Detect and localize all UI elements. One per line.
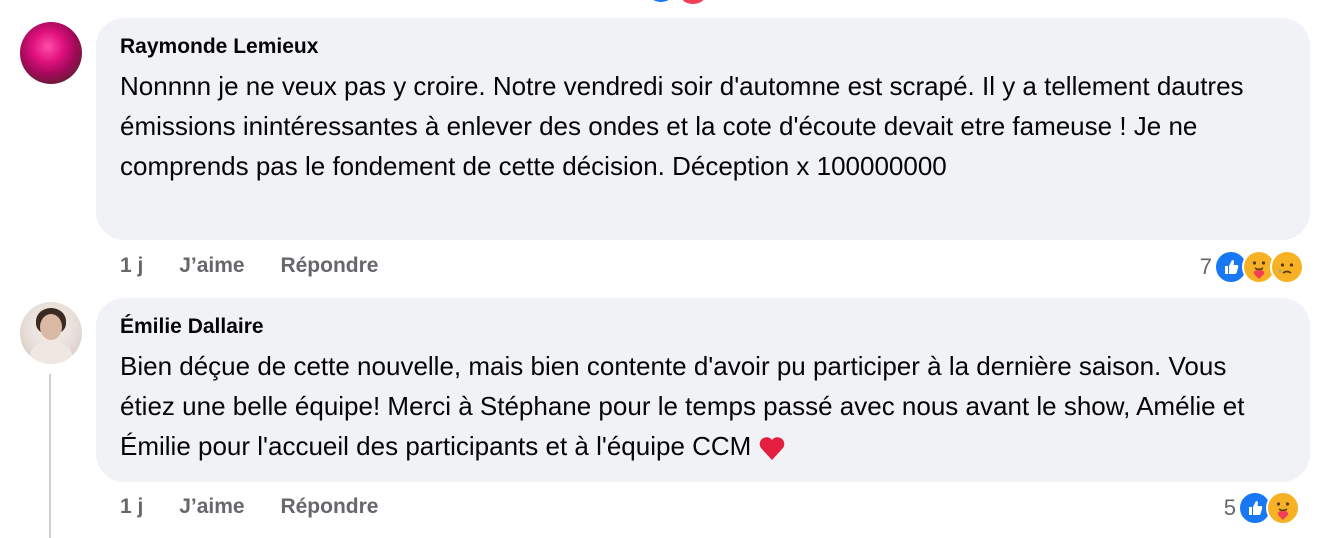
like-icon — [645, 0, 677, 2]
avatar[interactable] — [20, 22, 82, 84]
reaction-summary[interactable]: 5 — [1224, 490, 1300, 526]
comment-author[interactable]: Raymonde Lemieux — [120, 34, 1286, 60]
comments-section: Raymonde Lemieux Nonnnn je ne veux pas y… — [0, 0, 1336, 538]
comment-time[interactable]: 1 j — [120, 254, 143, 278]
comment-text: Bien déçue de cette nouvelle, mais bien … — [120, 346, 1286, 466]
comment-author[interactable]: Émilie Dallaire — [120, 314, 1286, 340]
love-icon — [675, 0, 711, 6]
thread-line — [49, 374, 51, 538]
reaction-count: 7 — [1199, 254, 1212, 279]
comment-time[interactable]: 1 j — [120, 495, 143, 519]
comment-bubble: Raymonde Lemieux Nonnnn je ne veux pas y… — [96, 18, 1310, 240]
previous-reactions — [645, 0, 715, 6]
sad-icon — [1270, 250, 1304, 284]
reaction-summary[interactable]: 7 — [1200, 249, 1304, 285]
comment-text: Nonnnn je ne veux pas y croire. Notre ve… — [120, 71, 1244, 181]
reaction-count: 5 — [1223, 495, 1236, 520]
like-button[interactable]: J’aime — [179, 495, 244, 519]
comment-bubble: Émilie Dallaire Bien déçue de cette nouv… — [96, 298, 1310, 482]
like-button[interactable]: J’aime — [179, 254, 244, 278]
comment-actions: 1 j J’aime Répondre — [120, 254, 408, 278]
comment-text-content: Bien déçue de cette nouvelle, mais bien … — [120, 351, 1245, 461]
comment-actions: 1 j J’aime Répondre — [120, 495, 408, 519]
care-icon — [1266, 491, 1300, 525]
reply-button[interactable]: Répondre — [280, 254, 378, 278]
avatar[interactable] — [20, 302, 82, 364]
reply-button[interactable]: Répondre — [280, 495, 378, 519]
heart-icon — [760, 437, 785, 461]
